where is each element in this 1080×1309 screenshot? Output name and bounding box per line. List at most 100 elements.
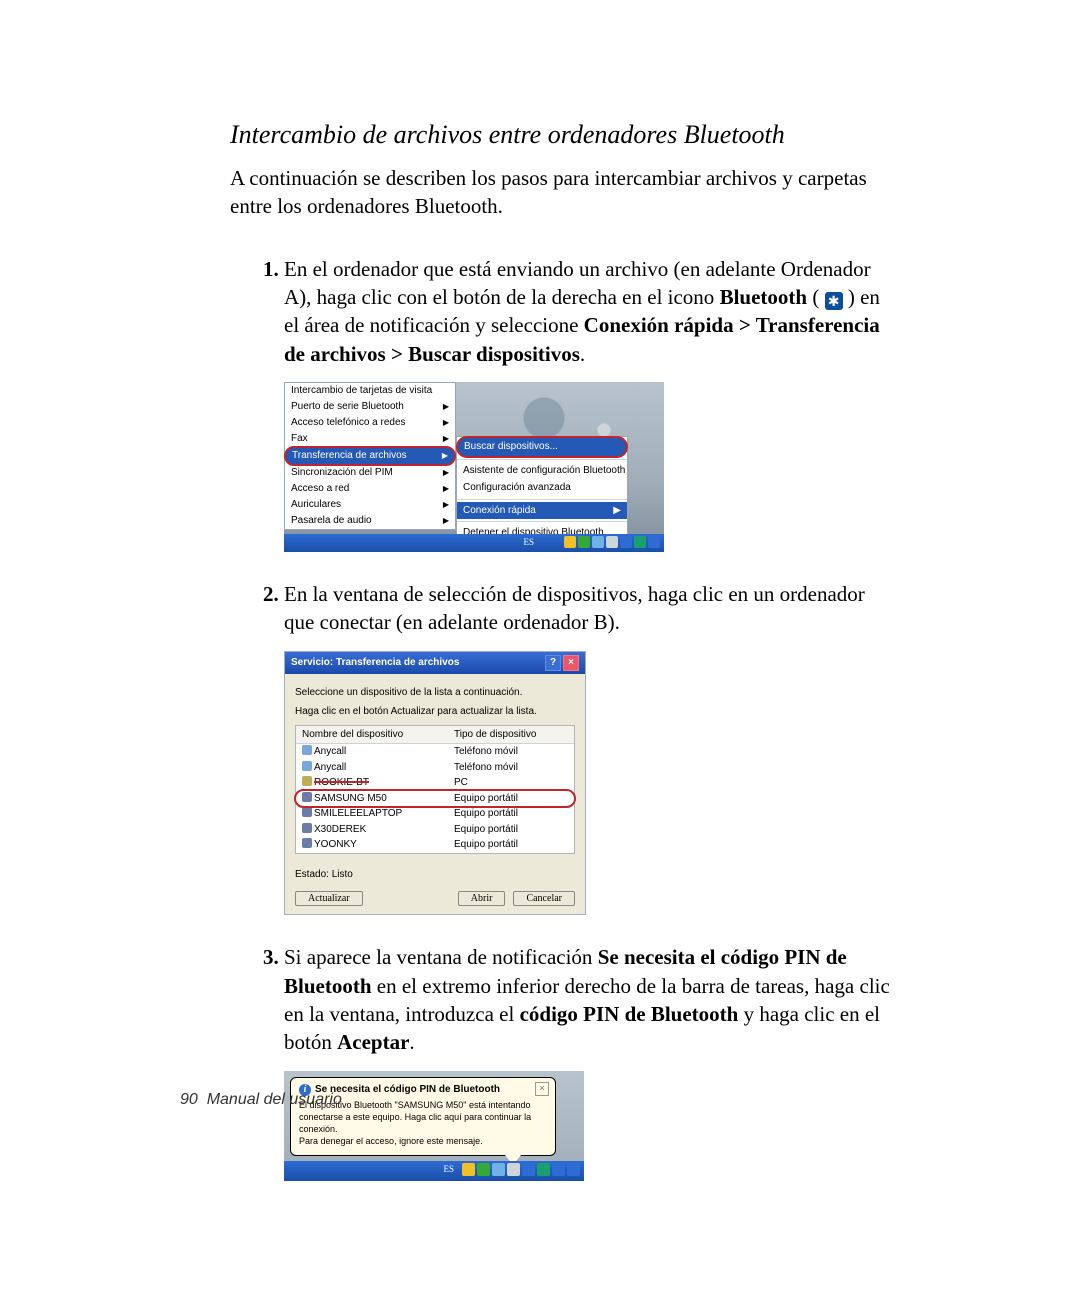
submenu-arrow-icon: ▶ — [613, 504, 621, 518]
menu-item[interactable]: Fax▶ — [285, 431, 455, 447]
menu-separator — [457, 521, 627, 522]
balloon-title-text: Se necesita el código PIN de Bluetooth — [315, 1084, 500, 1095]
device-type: Equipo portátil — [448, 791, 524, 807]
menu-item[interactable]: Sincronización del PIM▶ — [285, 465, 455, 481]
status-text: Estado: Listo — [295, 868, 575, 882]
menu-item[interactable]: Acceso a red ▶ — [285, 481, 455, 497]
phone-icon — [302, 761, 312, 771]
system-tray[interactable] — [462, 1163, 580, 1176]
close-icon[interactable]: × — [535, 1082, 549, 1096]
device-list[interactable]: Nombre del dispositivo Tipo de dispositi… — [295, 725, 575, 854]
device-name: SMILELEELAPTOP — [314, 808, 402, 819]
help-button[interactable]: ? — [545, 655, 561, 671]
menu-item-label: Asistente de configuración Bluetooth — [463, 464, 625, 478]
device-name: ROOKIE-BT — [314, 777, 369, 788]
menu-item[interactable]: Puerto de serie Bluetooth ▶ — [285, 399, 455, 415]
figure-device-dialog: Servicio: Transferencia de archivos ? × … — [284, 651, 586, 916]
footer-label: Manual del usuario — [207, 1091, 342, 1108]
lap-icon — [302, 823, 312, 833]
refresh-button[interactable]: Actualizar — [295, 891, 363, 906]
step-1: En el ordenador que está enviando un arc… — [284, 255, 890, 552]
tray-icon[interactable] — [477, 1163, 490, 1176]
menu-item-label: Auriculares — [291, 498, 341, 512]
tray-icon[interactable] — [492, 1163, 505, 1176]
menu-item-label: Acceso a red — [291, 482, 349, 496]
lap-icon — [302, 792, 312, 802]
pc-icon — [302, 776, 312, 786]
submenu-arrow-icon: ▶ — [443, 400, 449, 414]
device-row[interactable]: ROOKIE-BT PC — [296, 775, 574, 791]
menu-item-quick-connect[interactable]: Conexión rápida ▶ — [457, 502, 627, 520]
menu-item-file-transfer[interactable]: Transferencia de archivos▶ — [284, 446, 456, 466]
tray-icon[interactable] — [648, 536, 660, 548]
tray-icon[interactable] — [606, 536, 618, 548]
col-type: Tipo de dispositivo — [448, 726, 542, 744]
device-type: Equipo portátil — [448, 806, 524, 822]
submenu-arrow-icon: ▶ — [443, 482, 449, 496]
menu-item[interactable]: Auriculares▶ — [285, 497, 455, 513]
menu-item[interactable]: Pasarela de audio ▶ — [285, 513, 455, 529]
device-type: Teléfono móvil — [448, 744, 524, 760]
system-tray[interactable] — [564, 536, 660, 548]
menu-item-label: Conexión rápida — [463, 504, 536, 518]
device-type: PC — [448, 775, 474, 791]
taskbar: ES — [284, 534, 664, 552]
step-2: En la ventana de selección de dispositiv… — [284, 580, 890, 915]
step3-e: . — [409, 1030, 414, 1054]
tray-icon[interactable] — [564, 536, 576, 548]
device-name: SAMSUNG M50 — [314, 793, 387, 804]
menu-item-search-devices[interactable]: Buscar dispositivos... — [456, 436, 628, 458]
device-row[interactable]: Anycall Teléfono móvil — [296, 744, 574, 760]
menu-item[interactable]: Configuración avanzada — [457, 479, 627, 497]
context-menu-secondary[interactable]: Buscar dispositivos... Asistente de conf… — [456, 436, 628, 543]
device-row[interactable]: SMILELEELAPTOP Equipo portátil — [296, 806, 574, 822]
open-button[interactable]: Abrir — [458, 891, 506, 906]
device-row[interactable]: SAMSUNG M50 Equipo portátil — [296, 791, 574, 807]
tray-icon[interactable] — [634, 536, 646, 548]
tray-icon[interactable] — [462, 1163, 475, 1176]
menu-item[interactable]: Acceso telefónico a redes▶ — [285, 415, 455, 431]
device-type: Equipo portátil — [448, 837, 524, 853]
taskbar: ES — [284, 1161, 584, 1181]
step3-b3: Aceptar — [337, 1030, 409, 1054]
menu-separator — [457, 499, 627, 500]
intro-paragraph: A continuación se describen los pasos pa… — [230, 164, 890, 221]
menu-item[interactable]: Asistente de configuración Bluetooth — [457, 462, 627, 480]
menu-item-label: Configuración avanzada — [463, 481, 571, 495]
context-menu-primary[interactable]: Intercambio de tarjetas de visita Puerto… — [284, 382, 456, 530]
menu-separator — [457, 459, 627, 460]
figure-pin-balloon: × iSe necesita el código PIN de Bluetoot… — [284, 1071, 584, 1181]
submenu-arrow-icon: ▶ — [442, 449, 448, 463]
submenu-arrow-icon: ▶ — [443, 432, 449, 446]
phone-icon — [302, 745, 312, 755]
tray-icon[interactable] — [620, 536, 632, 548]
device-row[interactable]: X30DEREKEquipo portátil — [296, 822, 574, 838]
cancel-button[interactable]: Cancelar — [513, 891, 575, 906]
device-name: Anycall — [314, 746, 346, 757]
tray-icon[interactable] — [567, 1163, 580, 1176]
menu-item-label: Puerto de serie Bluetooth — [291, 400, 404, 414]
menu-item-label: Buscar dispositivos... — [464, 440, 558, 454]
tray-icon[interactable] — [507, 1163, 520, 1176]
device-name: Anycall — [314, 762, 346, 773]
language-indicator[interactable]: ES — [523, 536, 534, 548]
submenu-arrow-icon: ▶ — [443, 466, 449, 480]
menu-item[interactable]: Intercambio de tarjetas de visita — [285, 383, 455, 399]
language-indicator[interactable]: ES — [443, 1163, 454, 1175]
tray-icon[interactable] — [522, 1163, 535, 1176]
close-button[interactable]: × — [563, 655, 579, 671]
tray-icon[interactable] — [552, 1163, 565, 1176]
submenu-arrow-icon: ▶ — [443, 514, 449, 528]
device-row[interactable]: YOONKYEquipo portátil — [296, 837, 574, 853]
step3-a: Si aparece la ventana de notificación — [284, 945, 598, 969]
device-row[interactable]: AnycallTeléfono móvil — [296, 760, 574, 776]
step1-text-d: . — [580, 342, 585, 366]
notification-balloon[interactable]: × iSe necesita el código PIN de Bluetoot… — [290, 1077, 556, 1156]
tray-icon[interactable] — [537, 1163, 550, 1176]
dialog-titlebar[interactable]: Servicio: Transferencia de archivos ? × — [285, 652, 585, 674]
tray-icon[interactable] — [592, 536, 604, 548]
tray-icon[interactable] — [578, 536, 590, 548]
step2-text: En la ventana de selección de dispositiv… — [284, 582, 865, 634]
submenu-arrow-icon: ▶ — [443, 416, 449, 430]
menu-item-label: Pasarela de audio — [291, 514, 372, 528]
